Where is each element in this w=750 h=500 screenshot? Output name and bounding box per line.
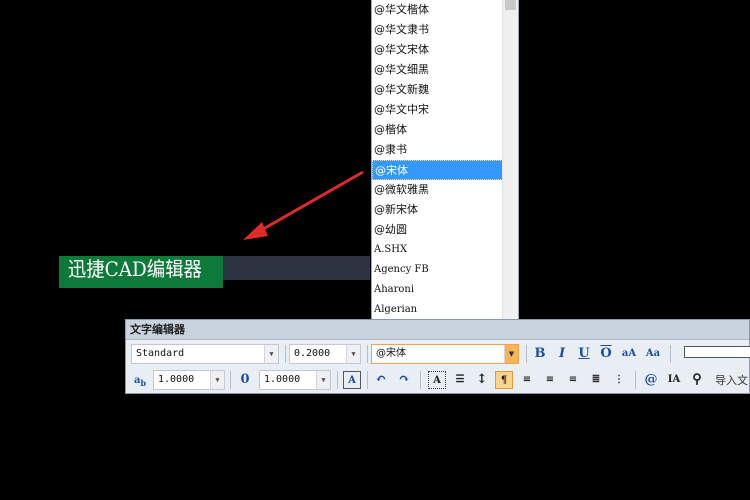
undo-icon[interactable]: ↶ [372, 371, 390, 389]
font-option[interactable]: @华文隶书 [372, 20, 503, 40]
font-select[interactable]: @宋体 ▼ [371, 344, 519, 364]
text-height-select[interactable]: 0.2000 ▼ [289, 344, 361, 364]
find-icon[interactable]: ⚲ [688, 371, 706, 389]
line-spacing-icon[interactable]: ↕ [473, 371, 491, 389]
tracking-icon: ab [133, 375, 147, 388]
font-option[interactable]: @楷体 [372, 120, 503, 140]
canvas-text-label: 迅捷CAD编辑器 [67, 257, 202, 281]
width-factor-select[interactable]: 1.0000 ▼ [259, 370, 331, 390]
chevron-down-icon[interactable]: ▼ [264, 345, 278, 363]
font-option[interactable]: Aharoni [372, 280, 503, 300]
chevron-down-icon[interactable]: ▼ [210, 371, 224, 389]
align-center-icon[interactable]: ≡ [541, 371, 559, 389]
font-option[interactable]: @宋体 [372, 160, 503, 180]
frame-icon[interactable]: A [343, 371, 361, 389]
text-height-value: 0.2000 [294, 348, 331, 359]
italic-button[interactable]: I [553, 345, 571, 363]
list-icon[interactable]: ☰ [451, 371, 469, 389]
font-option[interactable]: @新宋体 [372, 200, 503, 220]
font-option[interactable]: @华文楷体 [372, 0, 503, 20]
font-value: @宋体 [376, 348, 406, 359]
font-option[interactable]: @华文细黑 [372, 60, 503, 80]
overline-button[interactable]: O [597, 345, 615, 363]
align-right-icon[interactable]: ≡ [564, 371, 582, 389]
font-option[interactable]: Agency FB [372, 260, 503, 280]
paragraph-icon[interactable]: ¶ [495, 371, 513, 389]
font-options: @华文楷体 @华文隶书 @华文宋体 @华文细黑 @华文新魏 @华文中宋 @楷体 @隶书 @宋体 @… [372, 0, 503, 340]
style-select[interactable]: Standard ▼ [131, 344, 279, 364]
panel-title: 文字编辑器 [126, 320, 749, 340]
font-option[interactable]: @华文新魏 [372, 80, 503, 100]
justify-icon[interactable]: ≣ [587, 371, 605, 389]
color-select[interactable] [684, 346, 750, 358]
width-factor-value: 1.0000 [264, 374, 301, 385]
font-option[interactable]: @微软雅黑 [372, 180, 503, 200]
chevron-down-icon[interactable]: ▼ [504, 345, 518, 363]
canvas-text[interactable]: 迅捷CAD编辑器 [59, 256, 223, 288]
font-list-scrollbar[interactable]: ▼ [502, 0, 518, 340]
bold-button[interactable]: B [531, 345, 549, 363]
import-text-button[interactable]: 导入文 [715, 372, 748, 388]
scrollbar-thumb[interactable] [505, 0, 516, 10]
width-factor-icon: 0 [240, 372, 250, 387]
uppercase-icon[interactable]: aA [620, 345, 638, 363]
font-option[interactable]: @幼圆 [372, 220, 503, 240]
align-left-icon[interactable]: ≡ [518, 371, 536, 389]
tracking-select[interactable]: 1.0000 ▼ [153, 370, 225, 390]
font-option[interactable]: A.SHX [372, 240, 503, 260]
text-editor-panel: 文字编辑器 Standard ▼ 0.2000 ▼ @宋体 ▼ B I U O … [125, 319, 750, 394]
font-option[interactable]: @华文宋体 [372, 40, 503, 60]
distribute-icon[interactable]: ⋮ [610, 371, 628, 389]
font-option[interactable]: @隶书 [372, 140, 503, 160]
chevron-down-icon[interactable]: ▼ [346, 345, 360, 363]
font-option[interactable]: Algerian [372, 300, 503, 320]
tracking-value: 1.0000 [158, 374, 195, 385]
font-dropdown-list[interactable]: @华文楷体 @华文隶书 @华文宋体 @华文细黑 @华文新魏 @华文中宋 @楷体 @隶书 @宋体 @… [371, 0, 519, 341]
chevron-down-icon[interactable]: ▼ [316, 371, 330, 389]
redo-icon[interactable]: ↷ [395, 371, 413, 389]
font-option[interactable]: @华文中宋 [372, 100, 503, 120]
field-icon[interactable]: IA [665, 371, 683, 389]
style-value: Standard [136, 348, 185, 359]
symbol-icon[interactable]: @ [642, 371, 660, 389]
lowercase-icon[interactable]: Aa [644, 345, 662, 363]
text-frame-icon[interactable]: A [428, 371, 446, 389]
underline-button[interactable]: U [575, 345, 593, 363]
